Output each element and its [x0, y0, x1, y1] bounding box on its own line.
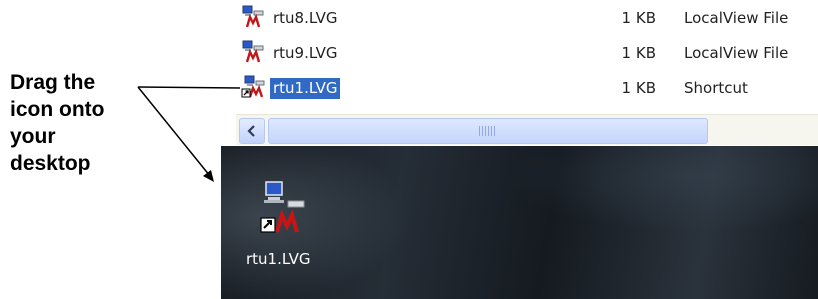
file-size: 1 KB	[621, 9, 656, 27]
localview-file-icon	[242, 5, 264, 28]
file-size: 1 KB	[621, 79, 656, 97]
callout-line: desktop	[10, 152, 91, 175]
chevron-left-icon	[247, 125, 255, 137]
callout-line: icon onto	[10, 98, 105, 121]
file-row[interactable]: rtu9.LVG 1 KB LocalView File	[236, 35, 818, 68]
grip-icon	[479, 126, 495, 136]
file-name: rtu8.LVG	[273, 9, 338, 27]
file-name: rtu1.LVG	[270, 78, 341, 99]
callout-line: your	[10, 125, 56, 148]
file-row[interactable]: rtu8.LVG 1 KB LocalView File	[236, 0, 818, 33]
localview-shortcut-icon[interactable]	[258, 180, 328, 240]
horizontal-scrollbar[interactable]	[236, 114, 818, 145]
desktop-shortcut-label[interactable]: rtu1.LVG	[246, 250, 310, 268]
localview-file-icon	[242, 40, 264, 63]
localview-shortcut-icon[interactable]	[241, 75, 265, 99]
file-type: Shortcut	[684, 79, 748, 97]
scroll-left-button[interactable]	[239, 118, 265, 144]
scroll-thumb[interactable]	[268, 118, 708, 144]
file-type: LocalView File	[684, 9, 789, 27]
file-row-selected[interactable]: rtu1.LVG 1 KB Shortcut	[236, 70, 818, 103]
file-type: LocalView File	[684, 44, 789, 62]
file-name: rtu9.LVG	[273, 44, 338, 62]
file-size: 1 KB	[621, 44, 656, 62]
callout-line: Drag the	[10, 71, 96, 94]
instruction-callout: Drag the icon onto your desktop	[10, 69, 150, 177]
